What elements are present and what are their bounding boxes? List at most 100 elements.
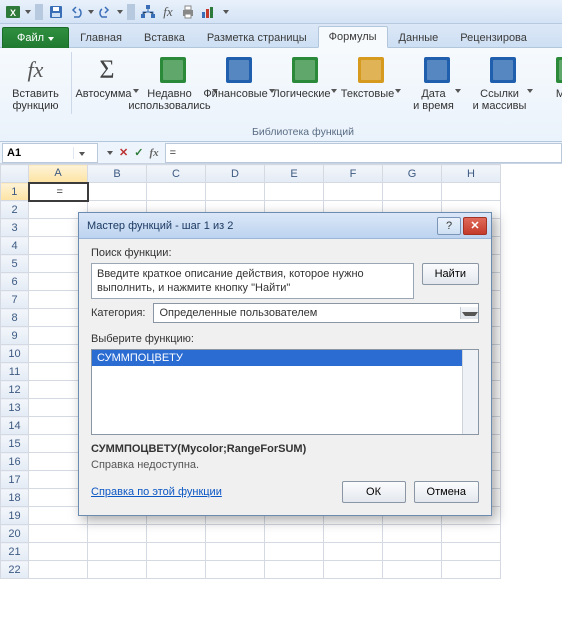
row-header[interactable]: 7	[1, 291, 29, 309]
column-header[interactable]: E	[265, 165, 324, 183]
save-icon[interactable]	[47, 3, 65, 21]
row-header[interactable]: 5	[1, 255, 29, 273]
ribbon-btn-4[interactable]: Логические	[274, 52, 336, 114]
function-listbox[interactable]: СУММПОЦВЕТУ	[91, 349, 479, 435]
qat-customize-dropdown[interactable]	[223, 10, 229, 14]
tab-insert[interactable]: Вставка	[133, 27, 196, 48]
cell[interactable]	[147, 543, 206, 561]
select-all-corner[interactable]	[1, 165, 29, 183]
ribbon-btn-7[interactable]: Ссылкии массивы	[472, 52, 534, 114]
name-box-dropdown[interactable]	[73, 147, 89, 159]
cell[interactable]	[324, 525, 383, 543]
cell[interactable]	[324, 183, 383, 201]
cell[interactable]	[206, 561, 265, 579]
cell[interactable]	[88, 183, 147, 201]
cell[interactable]	[265, 525, 324, 543]
cell[interactable]	[265, 561, 324, 579]
row-header[interactable]: 13	[1, 399, 29, 417]
column-header[interactable]: H	[442, 165, 501, 183]
redo-dropdown[interactable]	[117, 10, 123, 14]
cell[interactable]	[147, 525, 206, 543]
tab-page-layout[interactable]: Разметка страницы	[196, 27, 318, 48]
find-button[interactable]: Найти	[422, 263, 479, 285]
row-header[interactable]: 12	[1, 381, 29, 399]
dialog-titlebar[interactable]: Мастер функций - шаг 1 из 2 ? ✕	[79, 213, 491, 239]
row-header[interactable]: 2	[1, 201, 29, 219]
formula-bar-expand[interactable]	[107, 151, 113, 155]
cell[interactable]	[383, 543, 442, 561]
cell[interactable]	[383, 525, 442, 543]
ribbon-btn-6[interactable]: Датаи время	[406, 52, 468, 114]
category-select[interactable]: Определенные пользователем	[153, 303, 479, 323]
row-header[interactable]: 10	[1, 345, 29, 363]
row-header[interactable]: 15	[1, 435, 29, 453]
tab-home[interactable]: Главная	[69, 27, 133, 48]
formula-bar[interactable]: =	[165, 143, 562, 163]
cell[interactable]	[206, 183, 265, 201]
cell[interactable]	[324, 561, 383, 579]
cell[interactable]	[265, 543, 324, 561]
undo-icon[interactable]	[67, 3, 85, 21]
ribbon-btn-5[interactable]: Текстовые	[340, 52, 402, 114]
row-header[interactable]: 18	[1, 489, 29, 507]
cell[interactable]	[442, 543, 501, 561]
column-header[interactable]: B	[88, 165, 147, 183]
column-header[interactable]: D	[206, 165, 265, 183]
list-item[interactable]: СУММПОЦВЕТУ	[92, 350, 478, 366]
ribbon-btn-2[interactable]: Недавноиспользовались	[142, 52, 204, 114]
ok-button[interactable]: ОК	[342, 481, 406, 503]
row-header[interactable]: 21	[1, 543, 29, 561]
cell[interactable]	[383, 561, 442, 579]
column-header[interactable]: A	[29, 165, 88, 183]
cell[interactable]	[147, 561, 206, 579]
cell[interactable]	[442, 183, 501, 201]
column-header[interactable]: F	[324, 165, 383, 183]
name-box-input[interactable]	[3, 147, 73, 159]
row-header[interactable]: 11	[1, 363, 29, 381]
enter-formula-icon[interactable]: ✓	[134, 146, 143, 159]
tab-data[interactable]: Данные	[388, 27, 450, 48]
column-header[interactable]: G	[383, 165, 442, 183]
app-menu-dropdown[interactable]	[25, 10, 31, 14]
close-button[interactable]: ✕	[463, 217, 487, 235]
column-header[interactable]: C	[147, 165, 206, 183]
tab-formulas[interactable]: Формулы	[318, 26, 388, 48]
cell[interactable]	[324, 543, 383, 561]
ribbon-btn-3[interactable]: Финансовые	[208, 52, 270, 114]
ribbon-btn-0[interactable]: fxВставитьфункцию	[6, 52, 72, 114]
print-icon[interactable]	[179, 3, 197, 21]
help-button[interactable]: ?	[437, 217, 461, 235]
insert-function-icon[interactable]: fx	[149, 147, 158, 159]
chart-icon[interactable]	[199, 3, 217, 21]
cell[interactable]	[88, 543, 147, 561]
search-input[interactable]: Введите краткое описание действия, котор…	[91, 263, 414, 299]
fx-icon[interactable]: fx	[159, 3, 177, 21]
row-header[interactable]: 16	[1, 453, 29, 471]
row-header[interactable]: 14	[1, 417, 29, 435]
cell[interactable]	[206, 525, 265, 543]
active-cell[interactable]: =	[29, 183, 88, 201]
row-header[interactable]: 1	[1, 183, 29, 201]
row-header[interactable]: 8	[1, 309, 29, 327]
row-header[interactable]: 4	[1, 237, 29, 255]
cell[interactable]	[29, 561, 88, 579]
category-dropdown-icon[interactable]	[460, 307, 478, 319]
cell[interactable]	[29, 525, 88, 543]
tab-review[interactable]: Рецензирова	[449, 27, 538, 48]
row-header[interactable]: 19	[1, 507, 29, 525]
row-header[interactable]: 17	[1, 471, 29, 489]
row-header[interactable]: 3	[1, 219, 29, 237]
listbox-scrollbar[interactable]	[462, 350, 478, 434]
cancel-button[interactable]: Отмена	[414, 481, 479, 503]
row-header[interactable]: 6	[1, 273, 29, 291]
tab-file[interactable]: Файл	[2, 27, 69, 48]
cell[interactable]	[265, 183, 324, 201]
name-box[interactable]	[2, 143, 98, 163]
cell[interactable]	[383, 183, 442, 201]
cell[interactable]	[442, 561, 501, 579]
excel-icon[interactable]: X	[4, 3, 22, 21]
cell[interactable]	[29, 543, 88, 561]
cell[interactable]	[88, 561, 147, 579]
undo-dropdown[interactable]	[88, 10, 94, 14]
row-header[interactable]: 20	[1, 525, 29, 543]
